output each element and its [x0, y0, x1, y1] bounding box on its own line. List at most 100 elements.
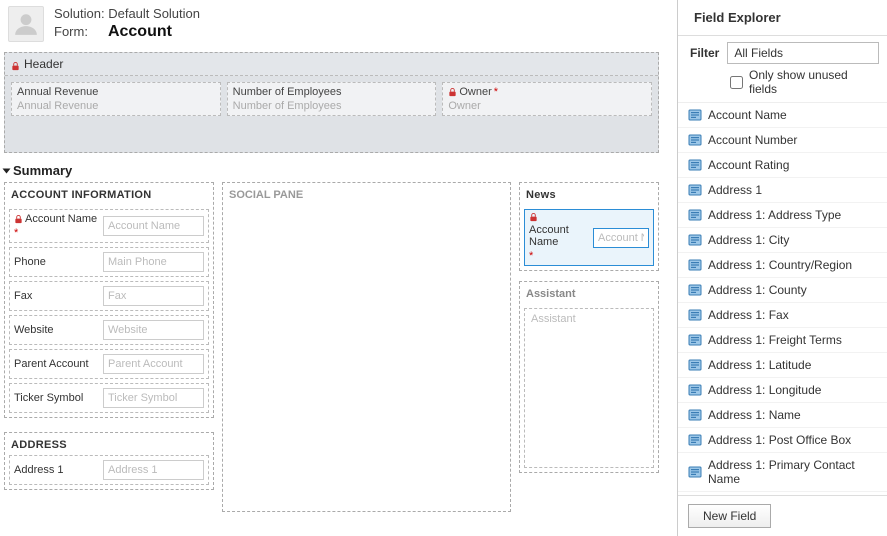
field-explorer-item[interactable]: Address 1: Country/Region [678, 253, 887, 278]
field-explorer-item[interactable]: Address 1: City [678, 228, 887, 253]
field-explorer-footer: New Field [678, 495, 887, 536]
field-news-account-name[interactable]: Account Name * [524, 209, 654, 266]
field-explorer-item[interactable]: Address 1: Freight Terms [678, 328, 887, 353]
assistant-section[interactable]: Assistant Assistant [519, 281, 659, 473]
field-explorer-item-label: Address 1: Fax [708, 308, 789, 322]
header-section[interactable]: Header Annual Revenue Number of Employee… [4, 52, 659, 153]
field-explorer-item[interactable]: Address 1: Fax [678, 303, 887, 328]
account-info-title: ACCOUNT INFORMATION [9, 187, 209, 205]
field-input[interactable] [17, 99, 215, 112]
field-input[interactable] [103, 216, 204, 236]
field-explorer-item-label: Address 1: Address Type [708, 208, 841, 222]
field-label: Ticker Symbol [14, 392, 83, 404]
summary-title: Summary [13, 163, 72, 178]
field-explorer-item-label: Address 1: Country/Region [708, 258, 852, 272]
field-label: Account Name [529, 224, 589, 248]
field-explorer-item[interactable]: Address 1 [678, 178, 887, 203]
field-explorer-filter-row: Filter All Fields [678, 36, 887, 66]
form-name: Account [108, 23, 172, 41]
field-input[interactable] [103, 354, 204, 374]
field-label: Website [14, 324, 54, 336]
field-explorer-item[interactable]: Address 1: Name [678, 403, 887, 428]
field-input[interactable] [103, 252, 204, 272]
header-fields: Annual Revenue Number of Employees Owner… [5, 76, 658, 122]
header-field-employees[interactable]: Number of Employees [227, 82, 437, 116]
field-label: Phone [14, 256, 46, 268]
field-input[interactable] [593, 228, 649, 248]
field-explorer-item[interactable]: Account Rating [678, 153, 887, 178]
field-input[interactable] [103, 320, 204, 340]
required-mark: * [494, 86, 498, 98]
field-account-name[interactable]: Account Name * [9, 209, 209, 243]
field-explorer-item[interactable]: Address 1: Address Type [678, 203, 887, 228]
field-icon [688, 383, 702, 397]
form-line: Form: Account [54, 23, 200, 41]
field-explorer-item-label: Account Rating [708, 158, 789, 172]
field-explorer-item[interactable]: Address 1: Primary Contact Name [678, 453, 887, 492]
field-input[interactable] [103, 388, 204, 408]
topbar: Solution: Default Solution Form: Account [0, 0, 677, 50]
field-ticker-symbol[interactable]: Ticker Symbol [9, 383, 209, 413]
field-explorer-item[interactable]: Address 1: Post Office Box [678, 428, 887, 453]
assistant-placeholder[interactable]: Assistant [524, 308, 654, 468]
header-field-owner[interactable]: Owner * [442, 82, 652, 116]
social-pane-title: SOCIAL PANE [227, 187, 506, 205]
field-icon [688, 208, 702, 222]
field-icon [688, 133, 702, 147]
assistant-title: Assistant [524, 286, 654, 304]
filter-value: All Fields [734, 46, 783, 60]
field-icon [688, 308, 702, 322]
field-icon [688, 358, 702, 372]
filter-select[interactable]: All Fields [727, 42, 879, 64]
field-fax[interactable]: Fax [9, 281, 209, 311]
social-pane-col[interactable]: SOCIAL PANE [222, 182, 511, 512]
field-input[interactable] [233, 99, 431, 112]
address-section[interactable]: ADDRESS Address 1 [4, 432, 214, 490]
field-explorer-list[interactable]: Account NameAccount Number Account Rating… [678, 102, 887, 495]
field-explorer-title: Field Explorer [678, 0, 887, 36]
field-label: Parent Account [14, 358, 89, 370]
new-field-button[interactable]: New Field [688, 504, 771, 528]
lock-icon [448, 88, 457, 97]
field-input[interactable] [103, 286, 204, 306]
form-editor-main: Solution: Default Solution Form: Account… [0, 0, 677, 536]
field-label: Address 1 [14, 464, 64, 476]
only-unused-checkbox[interactable] [730, 76, 743, 89]
field-explorer-item-label: Address 1: Freight Terms [708, 333, 842, 347]
news-section[interactable]: News Account Name * [519, 182, 659, 271]
field-input[interactable] [448, 99, 646, 112]
field-explorer-item[interactable]: Account Name [678, 103, 887, 128]
field-icon [688, 183, 702, 197]
account-info-col[interactable]: ACCOUNT INFORMATION Account Name * Phone [4, 182, 214, 418]
field-icon [688, 158, 702, 172]
field-icon [688, 408, 702, 422]
field-explorer-item-label: Address 1: Primary Contact Name [708, 458, 877, 486]
field-explorer-item[interactable]: Address 1: Longitude [678, 378, 887, 403]
solution-label: Solution: [54, 6, 105, 21]
form-canvas[interactable]: Header Annual Revenue Number of Employee… [0, 50, 677, 536]
solution-line: Solution: Default Solution [54, 6, 200, 21]
required-mark: * [529, 250, 533, 262]
form-label: Form: [54, 24, 88, 39]
field-parent-account[interactable]: Parent Account [9, 349, 209, 379]
field-explorer-item[interactable]: Address 1: Latitude [678, 353, 887, 378]
summary-right-wrap: News Account Name * Assistant Assistant [519, 182, 659, 512]
field-label: Owner [459, 86, 491, 98]
field-address1[interactable]: Address 1 [9, 455, 209, 485]
field-phone[interactable]: Phone [9, 247, 209, 277]
field-input[interactable] [103, 460, 204, 480]
field-icon [688, 108, 702, 122]
summary-section-header[interactable]: Summary [4, 163, 659, 178]
header-field-annual-revenue[interactable]: Annual Revenue [11, 82, 221, 116]
field-explorer-item[interactable]: Address 1: County [678, 278, 887, 303]
field-explorer-item-label: Address 1: Name [708, 408, 801, 422]
only-unused-label: Only show unused fields [749, 68, 879, 96]
field-icon [688, 258, 702, 272]
field-explorer-item[interactable]: Account Number [678, 128, 887, 153]
field-label: Fax [14, 290, 32, 302]
field-label: Annual Revenue [17, 86, 98, 98]
only-unused-row[interactable]: Only show unused fields [678, 66, 887, 102]
field-website[interactable]: Website [9, 315, 209, 345]
header-section-title: Header [5, 53, 658, 76]
lock-icon [529, 213, 538, 222]
